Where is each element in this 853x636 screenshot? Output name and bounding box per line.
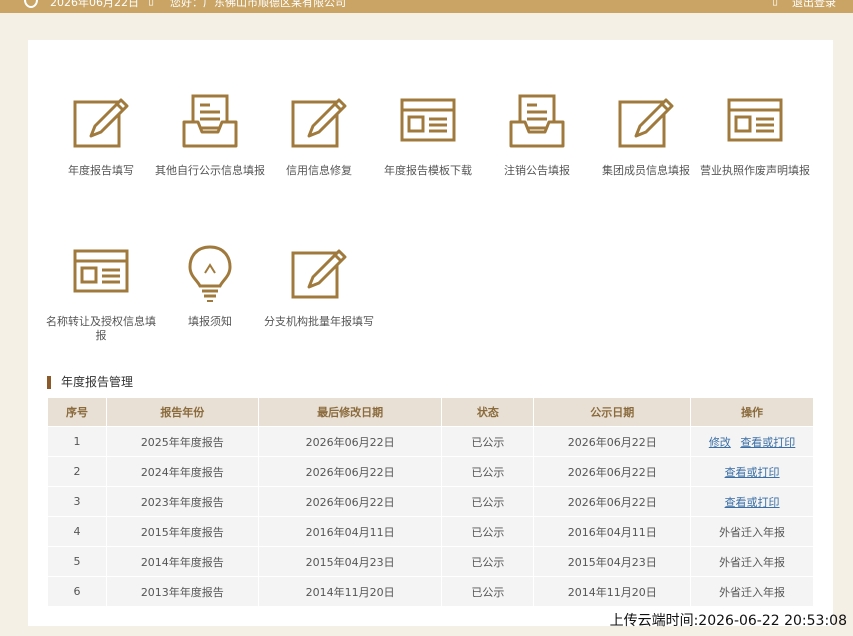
clock-icon xyxy=(24,0,38,8)
edit-link[interactable]: 修改 xyxy=(709,436,731,449)
date-text: 2026年06月22日 xyxy=(50,0,139,9)
cell-index: 2 xyxy=(47,456,107,487)
tile-label: 填报须知 xyxy=(188,315,232,328)
cell-last-modified: 2016年04月11日 xyxy=(257,516,443,547)
tile-license-void-notice[interactable]: 营业执照作废声明填报 xyxy=(695,92,815,178)
header-status: 状态 xyxy=(441,397,535,427)
cell-status: 已公示 xyxy=(441,486,535,517)
document-icon: ▯ xyxy=(148,0,155,7)
cell-report-year: 2015年年度报告 xyxy=(105,516,259,547)
cell-publish-date: 2026年06月22日 xyxy=(533,426,692,457)
cell-index: 1 xyxy=(47,426,107,457)
cell-report-year: 2025年年度报告 xyxy=(105,426,259,457)
location-text: 您好：广东佛山市顺德区某有限公司 xyxy=(170,0,346,9)
cell-status: 已公示 xyxy=(441,426,535,457)
inbox-icon xyxy=(509,94,565,148)
lightbulb-icon xyxy=(188,245,232,302)
section-title-annual-report-management: 年度报告管理 xyxy=(47,376,133,389)
tile-label: 营业执照作废声明填报 xyxy=(700,164,810,177)
tile-template-download[interactable]: 年度报告模板下载 xyxy=(368,92,488,178)
cell-publish-date: 2026年06月22日 xyxy=(533,486,692,517)
cell-actions: 修改 查看或打印 xyxy=(690,426,814,457)
table-row: 6 2013年年度报告 2014年11月20日 已公示 2014年11月20日 … xyxy=(47,576,814,607)
upload-timestamp: 上传云端时间:2026-06-22 20:53:08 xyxy=(609,613,847,629)
cell-publish-date: 2026年06月22日 xyxy=(533,456,692,487)
tile-label: 名称转让及授权信息填报 xyxy=(46,315,156,342)
tile-instructions[interactable]: 填报须知 xyxy=(150,243,270,329)
tile-label: 分支机构批量年报填写 xyxy=(264,315,374,328)
cell-last-modified: 2026年06月22日 xyxy=(257,486,443,517)
logout-link[interactable]: 退出登录 xyxy=(792,0,836,10)
tile-annual-report-fill[interactable]: 年度报告填写 xyxy=(41,92,161,178)
view-print-link[interactable]: 查看或打印 xyxy=(725,466,780,479)
tile-label: 年度报告模板下载 xyxy=(384,164,472,177)
browser-window-icon xyxy=(727,98,783,142)
cell-last-modified: 2014年11月20日 xyxy=(257,576,443,607)
edit-icon xyxy=(618,98,674,148)
tile-label: 年度报告填写 xyxy=(68,164,134,177)
cell-last-modified: 2026年06月22日 xyxy=(257,426,443,457)
tile-label: 集团成员信息填报 xyxy=(602,164,690,177)
table-row: 3 2023年年度报告 2026年06月22日 已公示 2026年06月22日 … xyxy=(47,486,814,517)
table-row: 2 2024年年度报告 2026年06月22日 已公示 2026年06月22日 … xyxy=(47,456,814,487)
cell-status: 已公示 xyxy=(441,456,535,487)
edit-icon xyxy=(291,98,347,148)
table-row: 4 2015年年度报告 2016年04月11日 已公示 2016年04月11日 … xyxy=(47,516,814,547)
view-print-link[interactable]: 查看或打印 xyxy=(725,496,780,509)
cell-actions: 查看或打印 xyxy=(690,456,814,487)
header-publish-date: 公示日期 xyxy=(533,397,692,427)
cell-publish-date: 2016年04月11日 xyxy=(533,516,692,547)
cell-report-year: 2014年年度报告 xyxy=(105,546,259,577)
top-bar: 2026年06月22日 ▯ 您好：广东佛山市顺德区某有限公司 ▯ 退出登录 xyxy=(0,0,853,13)
table-row: 1 2025年年度报告 2026年06月22日 已公示 2026年06月22日 … xyxy=(47,426,814,457)
inbox-icon xyxy=(182,94,238,148)
cell-publish-date: 2014年11月20日 xyxy=(533,576,692,607)
cell-status: 已公示 xyxy=(441,516,535,547)
tile-label: 其他自行公示信息填报 xyxy=(155,164,265,177)
cell-publish-date: 2015年04月23日 xyxy=(533,546,692,577)
cell-report-year: 2023年年度报告 xyxy=(105,486,259,517)
view-print-link[interactable]: 查看或打印 xyxy=(740,436,795,449)
cell-report-year: 2013年年度报告 xyxy=(105,576,259,607)
header-report-year: 报告年份 xyxy=(105,397,259,427)
edit-icon xyxy=(73,98,129,148)
cell-action-note: 外省迁入年报 xyxy=(690,516,814,547)
cell-index: 3 xyxy=(47,486,107,517)
header-index: 序号 xyxy=(47,397,107,427)
tile-name-transfer[interactable]: 名称转让及授权信息填报 xyxy=(41,243,161,343)
cell-status: 已公示 xyxy=(441,576,535,607)
cell-action-note: 外省迁入年报 xyxy=(690,576,814,607)
tile-label: 注销公告填报 xyxy=(504,164,570,177)
annual-report-table: 序号 报告年份 最后修改日期 状态 公示日期 操作 1 2025年年度报告 20… xyxy=(47,397,814,607)
header-actions: 操作 xyxy=(690,397,814,427)
tile-credit-repair[interactable]: 信用信息修复 xyxy=(259,92,379,178)
tile-group-members[interactable]: 集团成员信息填报 xyxy=(586,92,706,178)
cell-last-modified: 2026年06月22日 xyxy=(257,456,443,487)
cell-action-note: 外省迁入年报 xyxy=(690,546,814,577)
browser-window-icon xyxy=(400,98,456,142)
cell-index: 5 xyxy=(47,546,107,577)
cell-index: 6 xyxy=(47,576,107,607)
cell-index: 4 xyxy=(47,516,107,547)
tile-label: 信用信息修复 xyxy=(286,164,352,177)
tile-other-disclosure[interactable]: 其他自行公示信息填报 xyxy=(150,92,270,178)
header-last-modified: 最后修改日期 xyxy=(257,397,443,427)
cell-report-year: 2024年年度报告 xyxy=(105,456,259,487)
cell-status: 已公示 xyxy=(441,546,535,577)
cell-last-modified: 2015年04月23日 xyxy=(257,546,443,577)
edit-icon xyxy=(291,249,347,299)
browser-window-icon xyxy=(73,249,129,293)
logout-icon[interactable]: ▯ xyxy=(772,0,778,7)
tile-branch-batch-report[interactable]: 分支机构批量年报填写 xyxy=(259,243,379,329)
cell-actions: 查看或打印 xyxy=(690,486,814,517)
table-header-row: 序号 报告年份 最后修改日期 状态 公示日期 操作 xyxy=(47,397,814,427)
table-row: 5 2014年年度报告 2015年04月23日 已公示 2015年04月23日 … xyxy=(47,546,814,577)
tile-cancellation-notice[interactable]: 注销公告填报 xyxy=(477,92,597,178)
